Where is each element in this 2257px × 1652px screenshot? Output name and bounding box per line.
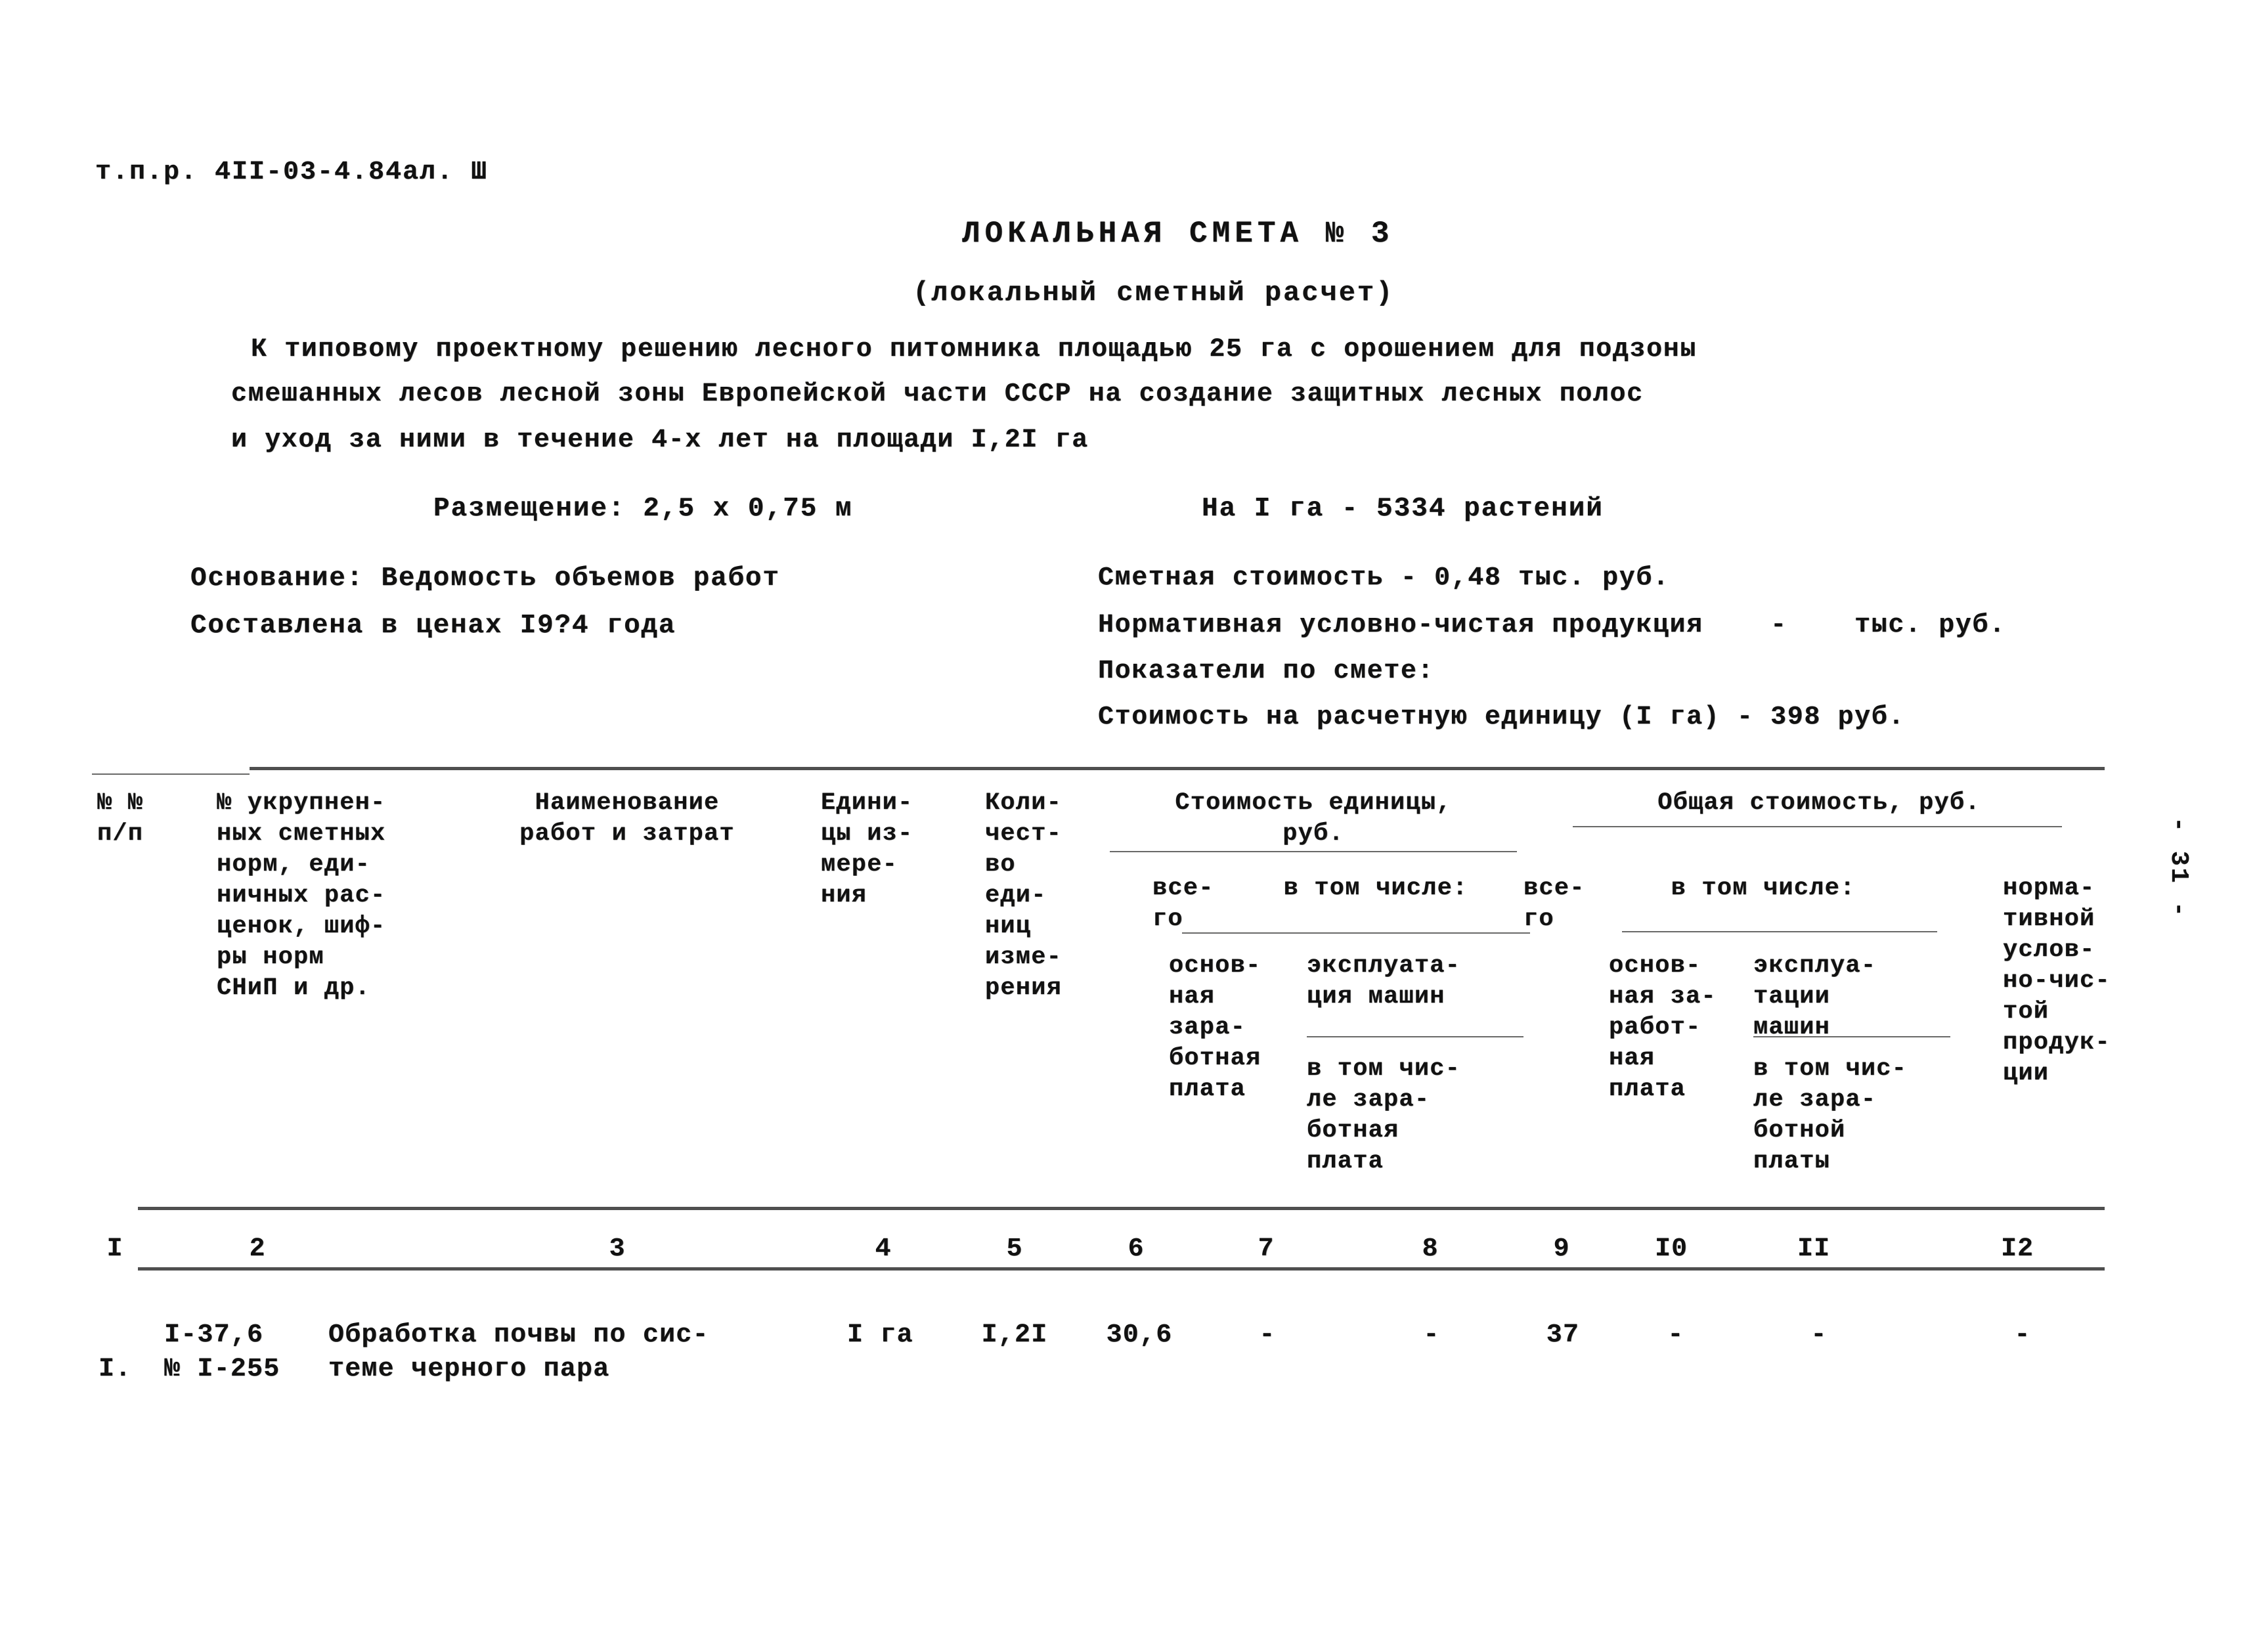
column-number-3: 3: [609, 1234, 626, 1264]
table-row: I.: [99, 1318, 131, 1387]
row-unit-basic-wage: -: [1259, 1320, 1276, 1350]
row-total-basic-wage: -: [1667, 1320, 1684, 1350]
header-bottom-rule: [138, 1207, 2105, 1210]
column-numbers-bottom-rule: [138, 1267, 2105, 1271]
placement-label-text: Размещение:: [433, 494, 626, 524]
table-top-rule: [250, 767, 2105, 770]
placement-label: Размещение: 2,5 х 0,75 м: [433, 494, 853, 524]
row-normative-product: -: [2014, 1320, 2031, 1350]
total-cost-sub-rule: [1622, 931, 1937, 932]
header-total-cost-including: в том числе:: [1671, 875, 1856, 902]
column-number-7: 7: [1258, 1234, 1275, 1264]
row-unit: I га: [847, 1320, 913, 1350]
header-total-machine: эксплуа- тации машин: [1753, 952, 1877, 1041]
header-row-number: № № п/п: [97, 789, 144, 848]
document-code: т.п.р. 4II-03-4.84ал. Ш: [95, 158, 489, 187]
column-number-10: I0: [1654, 1234, 1688, 1264]
column-number-11: II: [1797, 1234, 1831, 1264]
header-unit-machine-wage: в том чис- ле зара- ботная плата: [1307, 1055, 1461, 1175]
row-unit-machine: -: [1423, 1320, 1440, 1350]
header-unit-basic-wage: основ- ная зара- ботная плата: [1169, 952, 1261, 1103]
normative-product: Нормативная условно-чистая продукция - т…: [1098, 611, 2006, 640]
column-number-12: I2: [2000, 1234, 2034, 1264]
prices-label: Составлена в ценах: [190, 611, 503, 641]
row-number: I.: [99, 1355, 132, 1384]
scanned-document-page: т.п.р. 4II-03-4.84ал. Ш ЛОКАЛЬНАЯ СМЕТА …: [0, 0, 2257, 1652]
column-number-1: I: [106, 1234, 123, 1264]
table-top-rule-left: [92, 773, 250, 775]
column-number-4: 4: [875, 1234, 892, 1264]
page-subtitle: (локальный сметный расчет): [913, 277, 1395, 309]
header-total-basic-wage: основ- ная за- работ- ная плата: [1609, 952, 1717, 1103]
header-unit-cost-including: в том числе:: [1283, 875, 1468, 902]
description-line-1: К типовому проектному решению лесного пи…: [251, 335, 1697, 364]
row-total-cost: 37: [1546, 1320, 1580, 1350]
total-cost-group-rule: [1573, 826, 2062, 827]
row-quantity: I,2I: [981, 1320, 1048, 1350]
prices-value: I9?4 года: [519, 611, 676, 641]
header-unit-cost-group: Стоимость единицы, руб.: [1175, 789, 1452, 848]
estimate-cost: Сметная стоимость - 0,48 тыс. руб.: [1098, 563, 1670, 593]
density-value: 5334 растений: [1376, 494, 1604, 524]
basis-label: Основание:: [190, 563, 364, 594]
header-unit-machine: эксплуата- ция машин: [1307, 952, 1461, 1011]
basis-row: Основание: Ведомость объемов работ: [190, 563, 780, 594]
header-quantity: Коли- чест- во еди- ниц изме- рения: [985, 789, 1063, 1002]
column-number-2: 2: [249, 1234, 266, 1264]
unit-cost-group-rule: [1110, 851, 1517, 852]
density-label-text: На I га -: [1202, 494, 1359, 524]
row-work-name: Обработка почвы по сис- теме черного пар…: [328, 1320, 709, 1384]
page-number: - 31 -: [2164, 817, 2193, 919]
total-machine-rule: [1753, 1036, 1950, 1037]
header-total-cost-total: все- го: [1523, 875, 1585, 933]
column-number-6: 6: [1128, 1234, 1145, 1264]
description-line-2: смешанных лесов лесной зоны Европейской …: [231, 380, 1644, 409]
basis-value: Ведомость объемов работ: [381, 563, 780, 594]
column-number-8: 8: [1422, 1234, 1439, 1264]
page-title: ЛОКАЛЬНАЯ СМЕТА № 3: [962, 217, 1394, 251]
unit-cost-per-hectare: Стоимость на расчетную единицу (I га) - …: [1098, 703, 1905, 732]
placement-value: 2,5 х 0,75 м: [643, 494, 853, 524]
density-row: На I га - 5334 растений: [1202, 494, 1604, 524]
header-normative-product: норма- тивной услов- но-чис- той продук-…: [2003, 875, 2111, 1087]
prices-row: Составлена в ценах I9?4 года: [190, 611, 676, 641]
header-unit-cost-total: все- го: [1152, 875, 1214, 933]
header-norm-code: № укрупнен- ных сметных норм, еди- ничны…: [217, 789, 386, 1002]
header-total-cost-group: Общая стоимость, руб.: [1657, 789, 1981, 817]
unit-machine-rule: [1307, 1036, 1523, 1037]
row-total-machine: -: [1810, 1320, 1828, 1350]
header-work-name: Наименование работ и затрат: [519, 789, 735, 848]
row-unit-cost-total: 30,6: [1106, 1320, 1173, 1350]
indicators-label: Показатели по смете:: [1098, 657, 1435, 686]
description-line-3: и уход за ними в течение 4-х лет на площ…: [231, 425, 1089, 455]
column-number-5: 5: [1006, 1234, 1023, 1264]
unit-cost-sub-rule: [1182, 932, 1530, 934]
column-number-9: 9: [1553, 1234, 1570, 1264]
header-unit: Едини- цы из- мере- ния: [821, 789, 913, 909]
header-total-machine-wage: в том чис- ле зара- ботной платы: [1753, 1055, 1908, 1175]
